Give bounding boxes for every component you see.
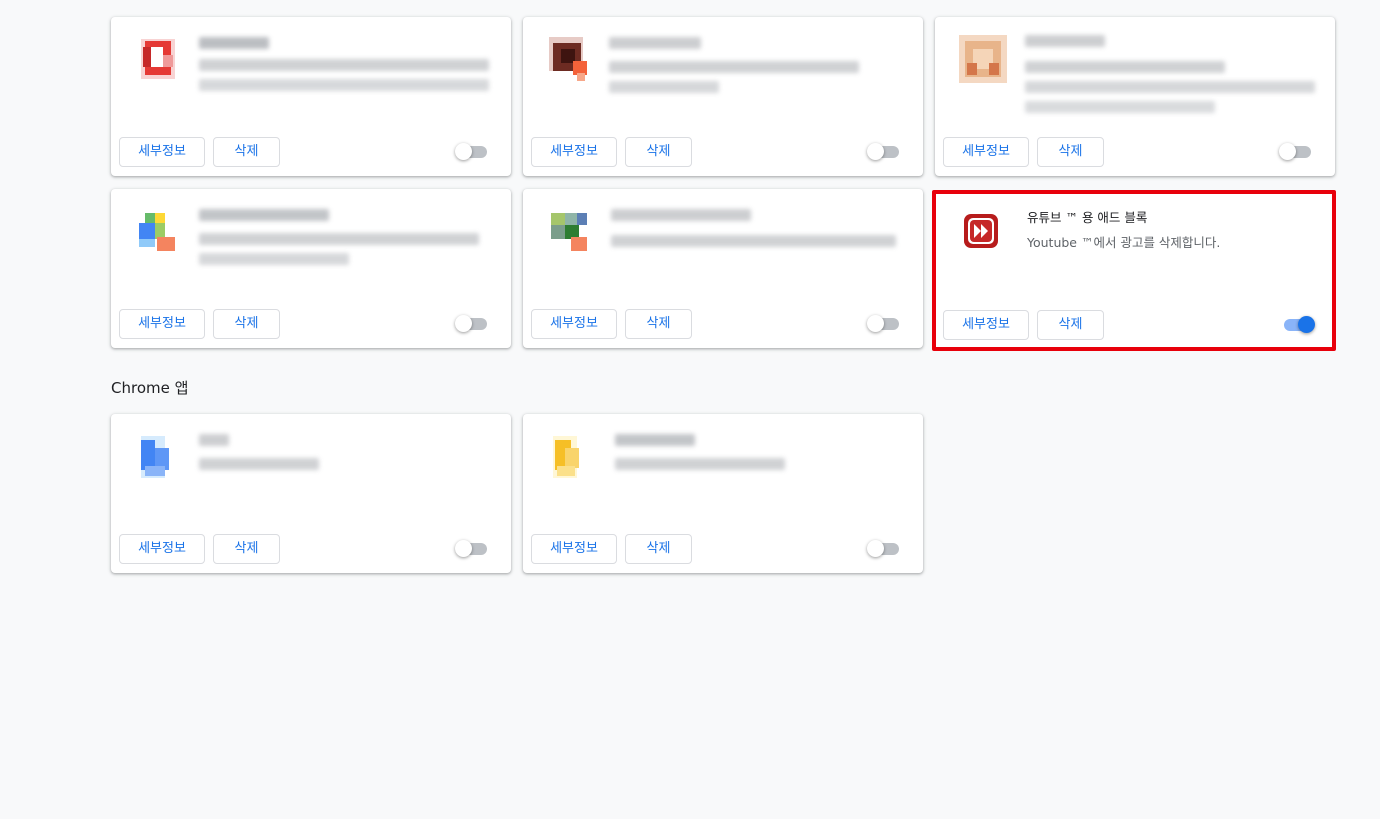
details-button[interactable]: 세부정보	[531, 534, 617, 564]
fast-forward-icon	[962, 212, 1002, 252]
extension-card: 세부정보 삭제	[523, 17, 923, 176]
chrome-apps-section-title: Chrome 앱	[111, 379, 189, 397]
blurred-extension-description	[611, 235, 896, 247]
blurred-extension-name	[1025, 35, 1105, 47]
details-button[interactable]: 세부정보	[531, 137, 617, 167]
details-button[interactable]: 세부정보	[119, 534, 205, 564]
extension-card: 세부정보 삭제	[523, 189, 923, 348]
enable-toggle[interactable]	[1284, 316, 1315, 333]
enable-toggle[interactable]	[1279, 143, 1311, 160]
blurred-extension-name	[611, 209, 751, 221]
blurred-extension-description	[1025, 81, 1315, 93]
details-button[interactable]: 세부정보	[943, 310, 1029, 340]
remove-button[interactable]: 삭제	[213, 534, 280, 564]
details-button[interactable]: 세부정보	[119, 309, 205, 339]
blurred-extension-description	[609, 81, 719, 93]
blurred-app-description	[615, 458, 785, 470]
remove-button[interactable]: 삭제	[625, 137, 692, 167]
remove-button[interactable]: 삭제	[625, 534, 692, 564]
remove-button[interactable]: 삭제	[213, 309, 280, 339]
remove-button[interactable]: 삭제	[1037, 310, 1104, 340]
extension-card: 세부정보 삭제	[111, 189, 511, 348]
blurred-app-description	[199, 458, 319, 470]
blurred-extension-name	[199, 37, 269, 49]
app-card: 세부정보 삭제	[523, 414, 923, 573]
enable-toggle[interactable]	[455, 315, 487, 332]
green-extension-icon	[547, 207, 595, 255]
enable-toggle[interactable]	[867, 315, 899, 332]
blurred-extension-description	[1025, 61, 1225, 73]
remove-button[interactable]: 삭제	[625, 309, 692, 339]
blue-doc-app-icon	[135, 432, 183, 480]
details-button[interactable]: 세부정보	[943, 137, 1029, 167]
blurred-extension-description	[609, 61, 859, 73]
blurred-extension-description	[199, 253, 349, 265]
extension-card: 세부정보 삭제	[111, 17, 511, 176]
blurred-extension-description	[199, 233, 479, 245]
yellow-doc-app-icon	[547, 432, 595, 480]
extension-name: 유튜브 ™ 용 애드 블록	[1027, 210, 1148, 225]
blurred-extension-name	[199, 209, 329, 221]
extension-card: 세부정보 삭제	[935, 17, 1335, 176]
blurred-extension-description	[199, 59, 489, 71]
tan-extension-icon	[959, 35, 1007, 83]
remove-button[interactable]: 삭제	[1037, 137, 1104, 167]
enable-toggle[interactable]	[867, 143, 899, 160]
details-button[interactable]: 세부정보	[119, 137, 205, 167]
blurred-extension-description	[1025, 101, 1215, 113]
remove-button[interactable]: 삭제	[213, 137, 280, 167]
enable-toggle[interactable]	[455, 540, 487, 557]
details-button[interactable]: 세부정보	[531, 309, 617, 339]
adblock-youtube-extension-card: 유튜브 ™ 용 애드 블록 Youtube ™에서 광고를 삭제합니다. 세부정…	[932, 190, 1336, 351]
blurred-app-name	[199, 434, 229, 446]
app-card: 세부정보 삭제	[111, 414, 511, 573]
enable-toggle[interactable]	[867, 540, 899, 557]
extension-description: Youtube ™에서 광고를 삭제합니다.	[1027, 235, 1221, 250]
red-extension-icon	[135, 35, 183, 83]
blurred-app-name	[615, 434, 695, 446]
enable-toggle[interactable]	[455, 143, 487, 160]
blurred-extension-description	[199, 79, 489, 91]
multicolor-extension-icon	[135, 207, 183, 255]
brown-extension-icon	[547, 35, 595, 83]
blurred-extension-name	[609, 37, 701, 49]
